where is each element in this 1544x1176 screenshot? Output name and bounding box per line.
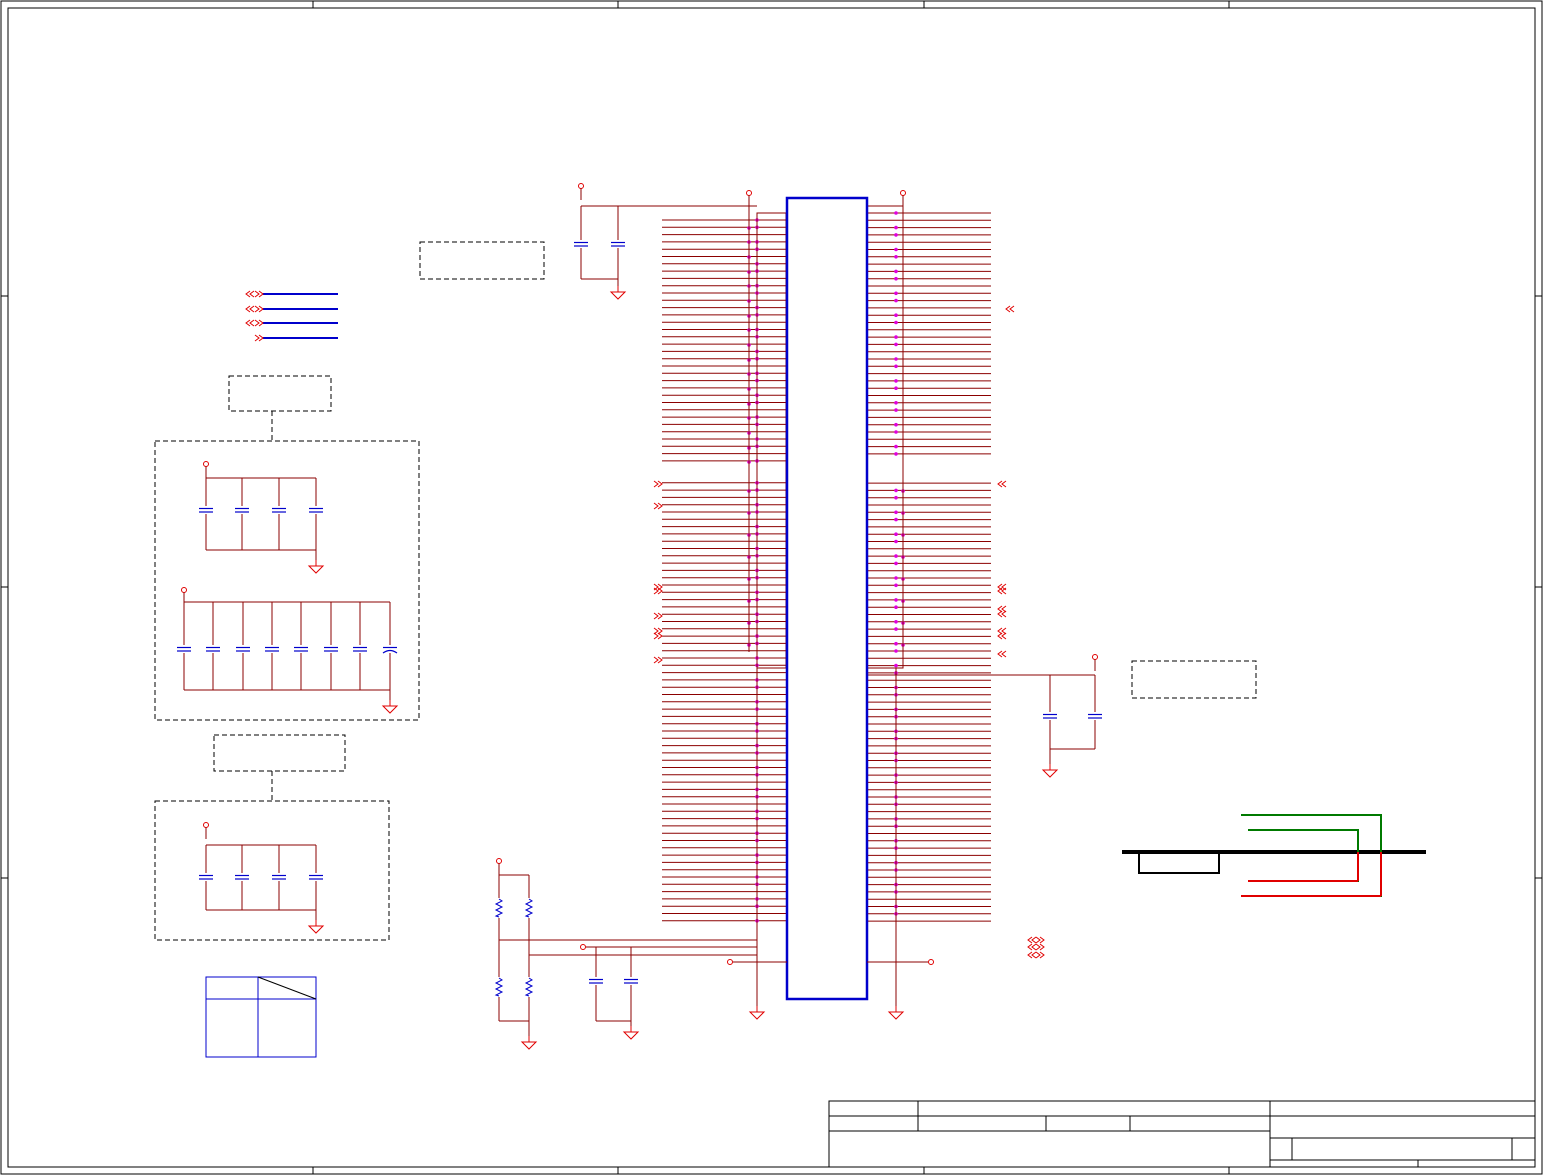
resistor-network xyxy=(496,858,757,1050)
schematic-sheet xyxy=(0,0,1543,1175)
offpage-connector-icon xyxy=(653,502,663,510)
junction-dot xyxy=(894,357,898,361)
junction-dot xyxy=(894,386,898,391)
junction-dot xyxy=(894,495,898,500)
junction-dot xyxy=(894,430,898,434)
junction-dot xyxy=(894,276,898,281)
revision-table xyxy=(205,976,317,1058)
junction-dot xyxy=(894,510,898,515)
junction-dot xyxy=(894,663,898,668)
junction-dot xyxy=(894,422,898,427)
offpage-connector-icon xyxy=(653,612,663,620)
junction-dot xyxy=(894,539,898,544)
junction-dot xyxy=(894,401,898,405)
sheet-frame xyxy=(0,0,1543,1175)
junction-dot xyxy=(894,342,898,347)
junction-dot xyxy=(894,291,898,296)
junction-dot xyxy=(894,313,898,318)
right-decoupling-caps xyxy=(1042,712,1103,720)
top-decoupling xyxy=(578,183,757,300)
junction-dot xyxy=(894,620,898,624)
junction-dot xyxy=(894,532,898,536)
offpage-connector-icon xyxy=(1027,943,1037,951)
junction-dot xyxy=(894,583,898,588)
junction-dot xyxy=(894,561,898,566)
offpage-connector-icon xyxy=(653,480,663,488)
offpage-connector-icon xyxy=(997,650,1007,658)
offpage-connector-icon xyxy=(1027,951,1037,959)
connector-body xyxy=(756,196,904,1001)
junction-dot xyxy=(894,598,898,602)
decoupling-group-2-caps xyxy=(176,645,398,654)
offpage-connector-icon xyxy=(653,587,663,595)
junction-dot xyxy=(894,444,898,449)
junction-dot xyxy=(894,488,898,493)
junction-dot xyxy=(894,554,898,558)
junction-dot xyxy=(894,627,898,631)
junction-dot xyxy=(894,233,898,237)
junction-dot xyxy=(894,335,898,339)
offpage-connector-icon xyxy=(1035,951,1045,959)
junction-dot xyxy=(894,605,898,609)
junction-dot xyxy=(894,211,898,215)
junction-dot xyxy=(894,576,898,580)
note-boxes xyxy=(154,241,1257,941)
junction-dot xyxy=(894,517,898,522)
junction-dot xyxy=(894,298,898,303)
decoupling-group-3 xyxy=(203,822,324,934)
title-block xyxy=(828,1100,1536,1168)
decoupling-group-3-caps xyxy=(198,873,324,881)
junction-dot xyxy=(894,320,898,325)
junction-dot xyxy=(894,364,898,369)
bus-structure xyxy=(1122,814,1426,897)
offpage-connector-icon xyxy=(1035,936,1045,944)
junction-dot xyxy=(894,408,898,412)
offpage-connector-icon xyxy=(1027,936,1037,944)
offpage-connector-icon xyxy=(1005,305,1015,313)
junction-dot xyxy=(894,641,898,646)
junction-dot xyxy=(894,379,898,383)
junction-dot xyxy=(894,649,898,653)
offpage-connector-icon xyxy=(1035,943,1045,951)
offpage-connector-icon xyxy=(653,656,663,664)
offpage-connector-icon xyxy=(997,480,1007,488)
top-decoupling-caps xyxy=(573,240,626,248)
decoupling-group-1-caps xyxy=(198,506,324,514)
junction-dot xyxy=(894,269,898,274)
junction-dot xyxy=(894,254,898,259)
junction-dot xyxy=(894,247,898,252)
input-signals xyxy=(245,290,338,342)
junction-dot xyxy=(894,452,898,456)
junction-dot xyxy=(894,225,898,230)
offpage-connector-icon xyxy=(997,587,1007,595)
decoupling-group-1 xyxy=(203,461,324,574)
